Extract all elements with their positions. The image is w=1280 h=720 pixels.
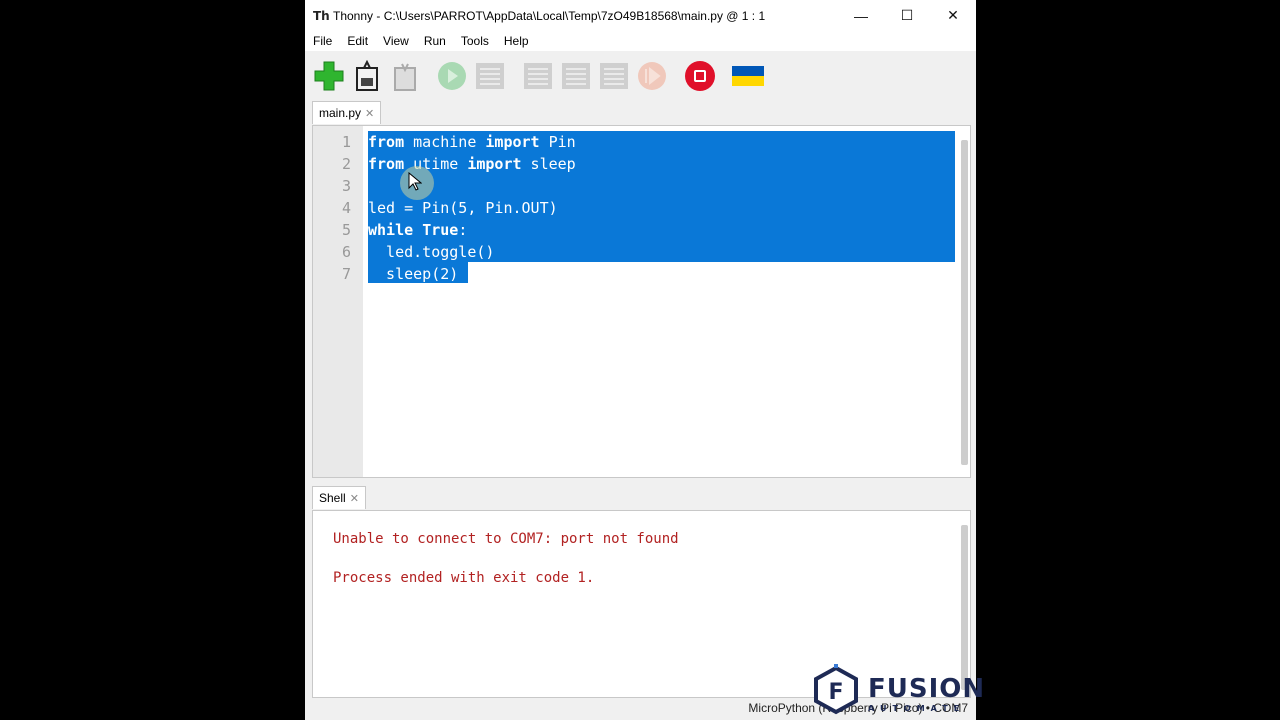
shell-tab-bar: Shell ✕ — [305, 484, 976, 510]
tab-close-icon[interactable]: ✕ — [350, 492, 359, 505]
close-icon: ✕ — [947, 7, 959, 23]
debug-icon[interactable] — [474, 60, 506, 92]
maximize-icon: ☐ — [900, 7, 914, 23]
code-line-6: led.toggle() — [368, 243, 495, 261]
svg-text:F: F — [828, 680, 843, 705]
thonny-window: Th Thonny - C:\Users\PARROT\AppData\Loca… — [305, 0, 976, 720]
mouse-pointer-icon — [408, 172, 422, 191]
line-number: 4 — [341, 199, 351, 217]
tab-close-icon[interactable]: ✕ — [365, 107, 374, 120]
fusion-automate-watermark: F FUSION AUTOMATE — [808, 660, 984, 716]
menu-bar: File Edit View Run Tools Help — [305, 31, 976, 51]
line-number: 6 — [341, 243, 351, 261]
line-number: 7 — [341, 265, 351, 283]
window-title: Thonny - C:\Users\PARROT\AppData\Local\T… — [333, 8, 766, 23]
tab-label: Shell — [319, 491, 346, 505]
code-line-4: led = Pin(5, Pin.OUT) — [368, 199, 558, 217]
menu-tools[interactable]: Tools — [453, 34, 496, 48]
toolbar — [305, 51, 976, 99]
fusion-logo-icon: F — [814, 664, 858, 715]
line-number: 2 — [341, 155, 351, 173]
code-line-2: from utime import sleep — [368, 155, 576, 173]
load-file-icon[interactable] — [351, 60, 383, 92]
tab-main-py[interactable]: main.py ✕ — [312, 101, 382, 124]
fusion-brand-text: FUSION — [868, 674, 986, 704]
editor-tab-bar: main.py ✕ — [305, 99, 976, 125]
stop-icon[interactable] — [684, 60, 716, 92]
step-over-icon[interactable] — [522, 60, 554, 92]
new-file-icon[interactable] — [313, 60, 345, 92]
thonny-app-icon: Th — [313, 8, 330, 23]
menu-edit[interactable]: Edit — [339, 34, 375, 48]
title-bar: Th Thonny - C:\Users\PARROT\AppData\Loca… — [305, 0, 976, 31]
maximize-button[interactable]: ☐ — [884, 0, 930, 31]
code-line-1: from machine import Pin — [368, 133, 576, 151]
save-file-icon[interactable] — [389, 60, 421, 92]
shell-exit-line: Process ended with exit code 1. — [333, 570, 595, 586]
ukraine-flag-icon[interactable] — [732, 60, 764, 92]
menu-file[interactable]: File — [305, 34, 339, 48]
shell-error-line: Unable to connect to COM7: port not foun… — [333, 531, 679, 547]
step-into-icon[interactable] — [560, 60, 592, 92]
close-button[interactable]: ✕ — [930, 0, 976, 31]
mouse-cursor-highlight — [400, 166, 434, 200]
minimize-icon: — — [854, 7, 868, 24]
tab-shell[interactable]: Shell ✕ — [312, 486, 366, 509]
line-number-gutter: 1 2 3 4 5 6 7 — [313, 126, 363, 477]
minimize-button[interactable]: — — [838, 0, 884, 31]
code-line-7: sleep(2) — [368, 265, 459, 283]
line-number: 1 — [341, 133, 351, 151]
tab-label: main.py — [319, 106, 362, 120]
menu-run[interactable]: Run — [416, 34, 453, 48]
menu-view[interactable]: View — [375, 34, 416, 48]
line-number: 3 — [341, 177, 351, 195]
resume-icon[interactable] — [636, 60, 668, 92]
fusion-sub-text: AUTOMATE — [868, 704, 966, 713]
step-out-icon[interactable] — [598, 60, 630, 92]
line-number: 5 — [341, 221, 351, 239]
editor-scrollbar[interactable] — [961, 140, 968, 465]
run-icon[interactable] — [436, 60, 468, 92]
code-line-5: while True: — [368, 221, 468, 239]
menu-help[interactable]: Help — [496, 34, 536, 48]
